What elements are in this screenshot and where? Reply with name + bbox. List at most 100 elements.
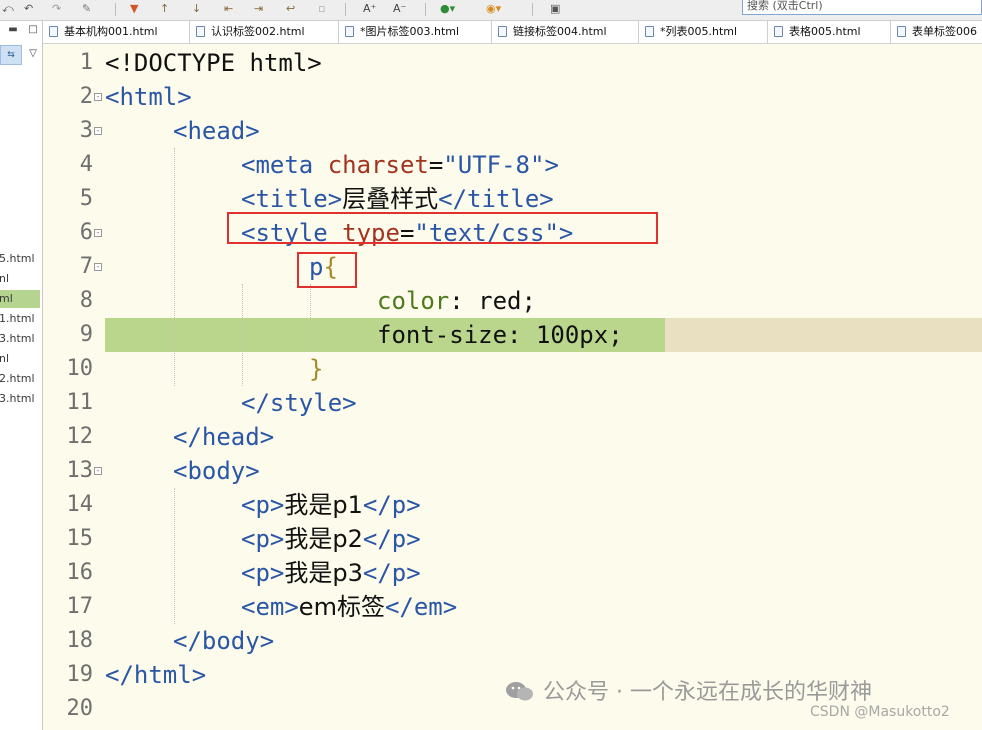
tab-form-tags[interactable]: 表单标签006 [891,21,982,43]
clear-icon[interactable]: ↩ [286,2,295,16]
line-number: 1 [79,50,93,75]
html-file-icon [774,26,783,37]
annotation-box-style-tag [227,212,658,244]
fold-toggle-icon[interactable]: - [94,93,102,101]
line-number: 20 [66,696,94,721]
tab-tags[interactable]: 认识标签002.html [190,21,339,43]
link-editor-icon[interactable]: ⇆ [0,45,22,65]
line-number: 15 [66,526,94,551]
goto-start-icon[interactable]: ⇤ [224,2,233,16]
sidebar-file-item[interactable]: 3.html [0,390,40,408]
indent-guide [310,284,311,352]
code-line: <html> [105,83,192,111]
undo-icon[interactable]: ⤺ [2,2,14,16]
help-icon[interactable]: ▣ [550,2,560,16]
code-line-highlighted: font-size: 100px; [377,321,623,349]
run-icon[interactable]: ●▾ [440,2,455,16]
html-file-icon [196,26,205,37]
code-line: <em>em标签</em> [241,593,458,621]
line-number: 17 [66,594,94,619]
code-line: <p>我是p1</p> [241,491,421,519]
line-number: 7 [79,254,93,279]
line-number: 14 [66,492,94,517]
code-line: <!DOCTYPE html> [105,49,322,77]
edit-icon[interactable]: ✎ [82,2,91,16]
line-number: 19 [66,662,94,687]
code-line: </html> [105,661,207,689]
line-number: 11 [66,390,94,415]
csdn-watermark: CSDN @Masukotto2 [810,704,950,720]
fold-toggle-icon[interactable]: - [94,263,102,271]
html-file-icon [897,26,906,37]
tab-table[interactable]: 表格005.html [768,21,891,43]
indent-guide [174,148,175,386]
code-line: <body> [173,457,260,485]
html-file-icon [49,26,58,37]
goto-end-icon[interactable]: ⇥ [254,2,263,16]
toolbar-separator [532,3,533,16]
code-line: <head> [173,117,260,145]
toolbar-separator [425,3,426,16]
editor-tab-bar: 基本机构001.html 认识标签002.html *图片标签003.html … [43,21,982,44]
indent-guide [174,488,175,624]
code-line: </head> [173,423,275,451]
code-line: </style> [241,389,357,417]
font-increase-icon[interactable]: A⁺ [363,2,376,16]
line-number: 18 [66,628,94,653]
sidebar-file-item[interactable]: 5.html [0,250,40,268]
fold-toggle-icon[interactable]: - [94,229,102,237]
sidebar-file-item[interactable]: 3.html [0,330,40,348]
sidebar-file-item-active[interactable]: ml [0,290,40,308]
sidebar-file-item[interactable]: 2.html [0,370,40,388]
line-number: 3 [79,118,93,143]
html-file-icon [498,26,507,37]
line-number: 5 [79,186,93,211]
project-sidebar: ▬ □ ⇆ ▽ 5.html nl ml 1.html 3.html nl 2.… [0,21,43,730]
indent-guide [242,284,243,386]
tab-link-tags[interactable]: 链接标签004.html [492,21,639,43]
tab-basic-structure[interactable]: 基本机构001.html [43,21,190,43]
prev-bookmark-icon[interactable]: ↑ [160,2,169,16]
sidebar-file-item[interactable]: nl [0,270,40,288]
tab-image-tags[interactable]: *图片标签003.html [339,21,492,43]
minimize-icon[interactable]: ▬ [4,21,22,39]
font-decrease-icon[interactable]: A⁻ [393,2,406,16]
code-line: <p>我是p2</p> [241,525,421,553]
watermark: 公众号 · 一个永远在成长的华财神 [505,674,872,706]
fold-toggle-icon[interactable]: - [94,127,102,135]
browser-icon[interactable]: ◉▾ [486,2,501,16]
toolbar-separator [115,3,116,16]
code-line: <meta charset="UTF-8"> [241,151,559,179]
line-number: 16 [66,560,94,585]
view-menu-icon[interactable]: ▽ [24,45,42,63]
wechat-icon [505,680,535,702]
code-editor[interactable]: 1 2 3 4 5 6 7 8 9 10 11 12 13 14 15 16 1… [43,44,982,730]
code-line: </body> [173,627,275,655]
line-number: 13 [66,458,94,483]
next-bookmark-icon[interactable]: ↓ [192,2,201,16]
back-icon[interactable]: ↶ [24,2,33,16]
forward-icon[interactable]: ↷ [52,2,61,16]
tab-list[interactable]: *列表005.html [639,21,768,43]
line-number: 2 [79,84,93,109]
code-line: color: red; [377,287,536,315]
disabled-icon: ▫ [318,2,326,15]
code-line: <p>我是p3</p> [241,559,421,587]
line-number: 9 [79,322,93,347]
sidebar-file-item[interactable]: 1.html [0,310,40,328]
html-file-icon [345,26,354,37]
line-number: 12 [66,424,94,449]
line-number: 8 [79,288,93,313]
line-number: 4 [79,152,93,177]
code-line: } [309,355,324,383]
maximize-icon[interactable]: □ [24,21,42,39]
bookmark-icon[interactable]: ▼ [130,2,138,16]
line-number: 10 [66,356,94,381]
fold-toggle-icon[interactable]: - [94,467,102,475]
code-line: <title>层叠样式</title> [241,185,554,213]
toolbar: ⤺ ↶ ↷ ✎ ▼ ↑ ↓ ⇤ ⇥ ↩ ▫ A⁺ A⁻ ●▾ ◉▾ ▣ 搜索 (… [0,0,982,21]
line-number: 6 [79,220,93,245]
search-input[interactable]: 搜索 (双击Ctrl) [742,0,982,15]
toolbar-separator [345,3,346,16]
sidebar-file-item[interactable]: nl [0,350,40,368]
